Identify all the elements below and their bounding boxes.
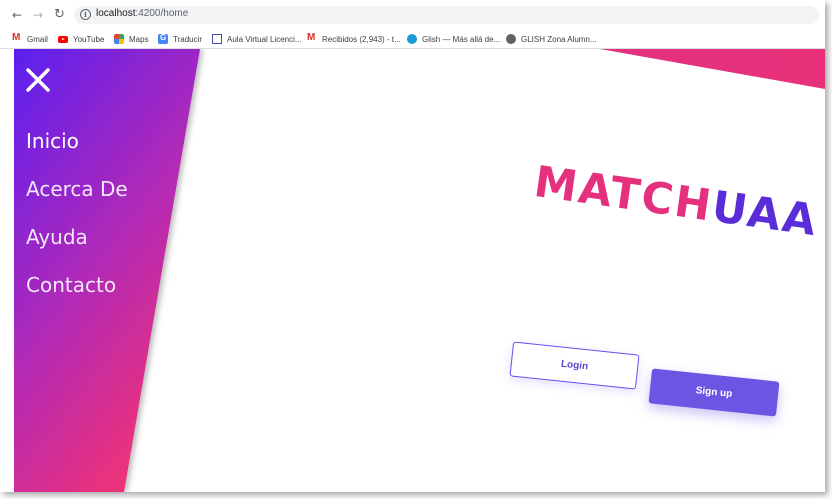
- page-content: Inicio Acerca De Ayuda Contacto MATCHUAA…: [14, 49, 825, 492]
- sidebar-item-acerca-de[interactable]: Acerca De: [26, 177, 128, 201]
- forward-arrow-icon[interactable]: →: [33, 8, 43, 22]
- maps-icon: [114, 34, 124, 44]
- bookmark-youtube[interactable]: YouTube: [58, 33, 104, 45]
- globe-icon: [506, 34, 516, 44]
- bookmark-aula[interactable]: Aula Virtual Licenci...: [212, 33, 302, 45]
- gmail-icon: [12, 32, 22, 44]
- browser-window: ← → ↻ i localhost:4200/home Gmail YouTub…: [0, 0, 825, 492]
- background-shapes: [14, 49, 825, 492]
- sidebar-item-inicio[interactable]: Inicio: [26, 129, 128, 153]
- url-host: localhost: [96, 8, 136, 19]
- url-text: localhost:4200/home: [96, 8, 188, 19]
- reload-icon[interactable]: ↻: [54, 8, 65, 22]
- top-right-accent: [600, 49, 825, 89]
- gmail-icon: [307, 32, 317, 44]
- youtube-icon: [58, 35, 68, 43]
- bookmark-glish-zona[interactable]: GLISH Zona Alumn...: [506, 33, 597, 45]
- bookmark-label: Maps: [129, 34, 149, 44]
- bookmark-glish[interactable]: Glish — Más allá de...: [407, 33, 500, 45]
- info-icon[interactable]: i: [80, 9, 91, 20]
- close-icon[interactable]: [25, 67, 51, 93]
- bookmark-gmail[interactable]: Gmail: [12, 32, 48, 45]
- sidebar-item-contacto[interactable]: Contacto: [26, 273, 128, 297]
- bookmark-recibidos[interactable]: Recibidos (2,943) - t...: [307, 32, 401, 45]
- sidebar-item-ayuda[interactable]: Ayuda: [26, 225, 128, 249]
- aula-icon: [212, 34, 222, 44]
- glish-icon: [407, 34, 417, 44]
- address-bar[interactable]: i localhost:4200/home: [74, 6, 819, 24]
- translate-icon: [158, 33, 168, 44]
- back-arrow-icon[interactable]: ←: [12, 8, 22, 22]
- bookmark-traducir[interactable]: Traducir: [158, 33, 202, 45]
- browser-toolbar: ← → ↻ i localhost:4200/home: [0, 0, 825, 30]
- bookmark-label: GLISH Zona Alumn...: [521, 34, 597, 44]
- bookmark-maps[interactable]: Maps: [114, 33, 149, 45]
- bookmark-label: Glish — Más allá de...: [422, 34, 501, 44]
- sidebar-menu: Inicio Acerca De Ayuda Contacto: [26, 129, 128, 321]
- bookmarks-bar: Gmail YouTube Maps Traducir Aula Virtual…: [0, 30, 825, 49]
- bookmark-label: Gmail: [27, 34, 48, 44]
- bookmark-label: Aula Virtual Licenci...: [227, 34, 302, 44]
- url-path: :4200/home: [135, 8, 189, 19]
- bookmark-label: Recibidos (2,943) - t...: [322, 34, 401, 44]
- bookmark-label: Traducir: [173, 34, 203, 44]
- bookmark-label: YouTube: [73, 34, 105, 44]
